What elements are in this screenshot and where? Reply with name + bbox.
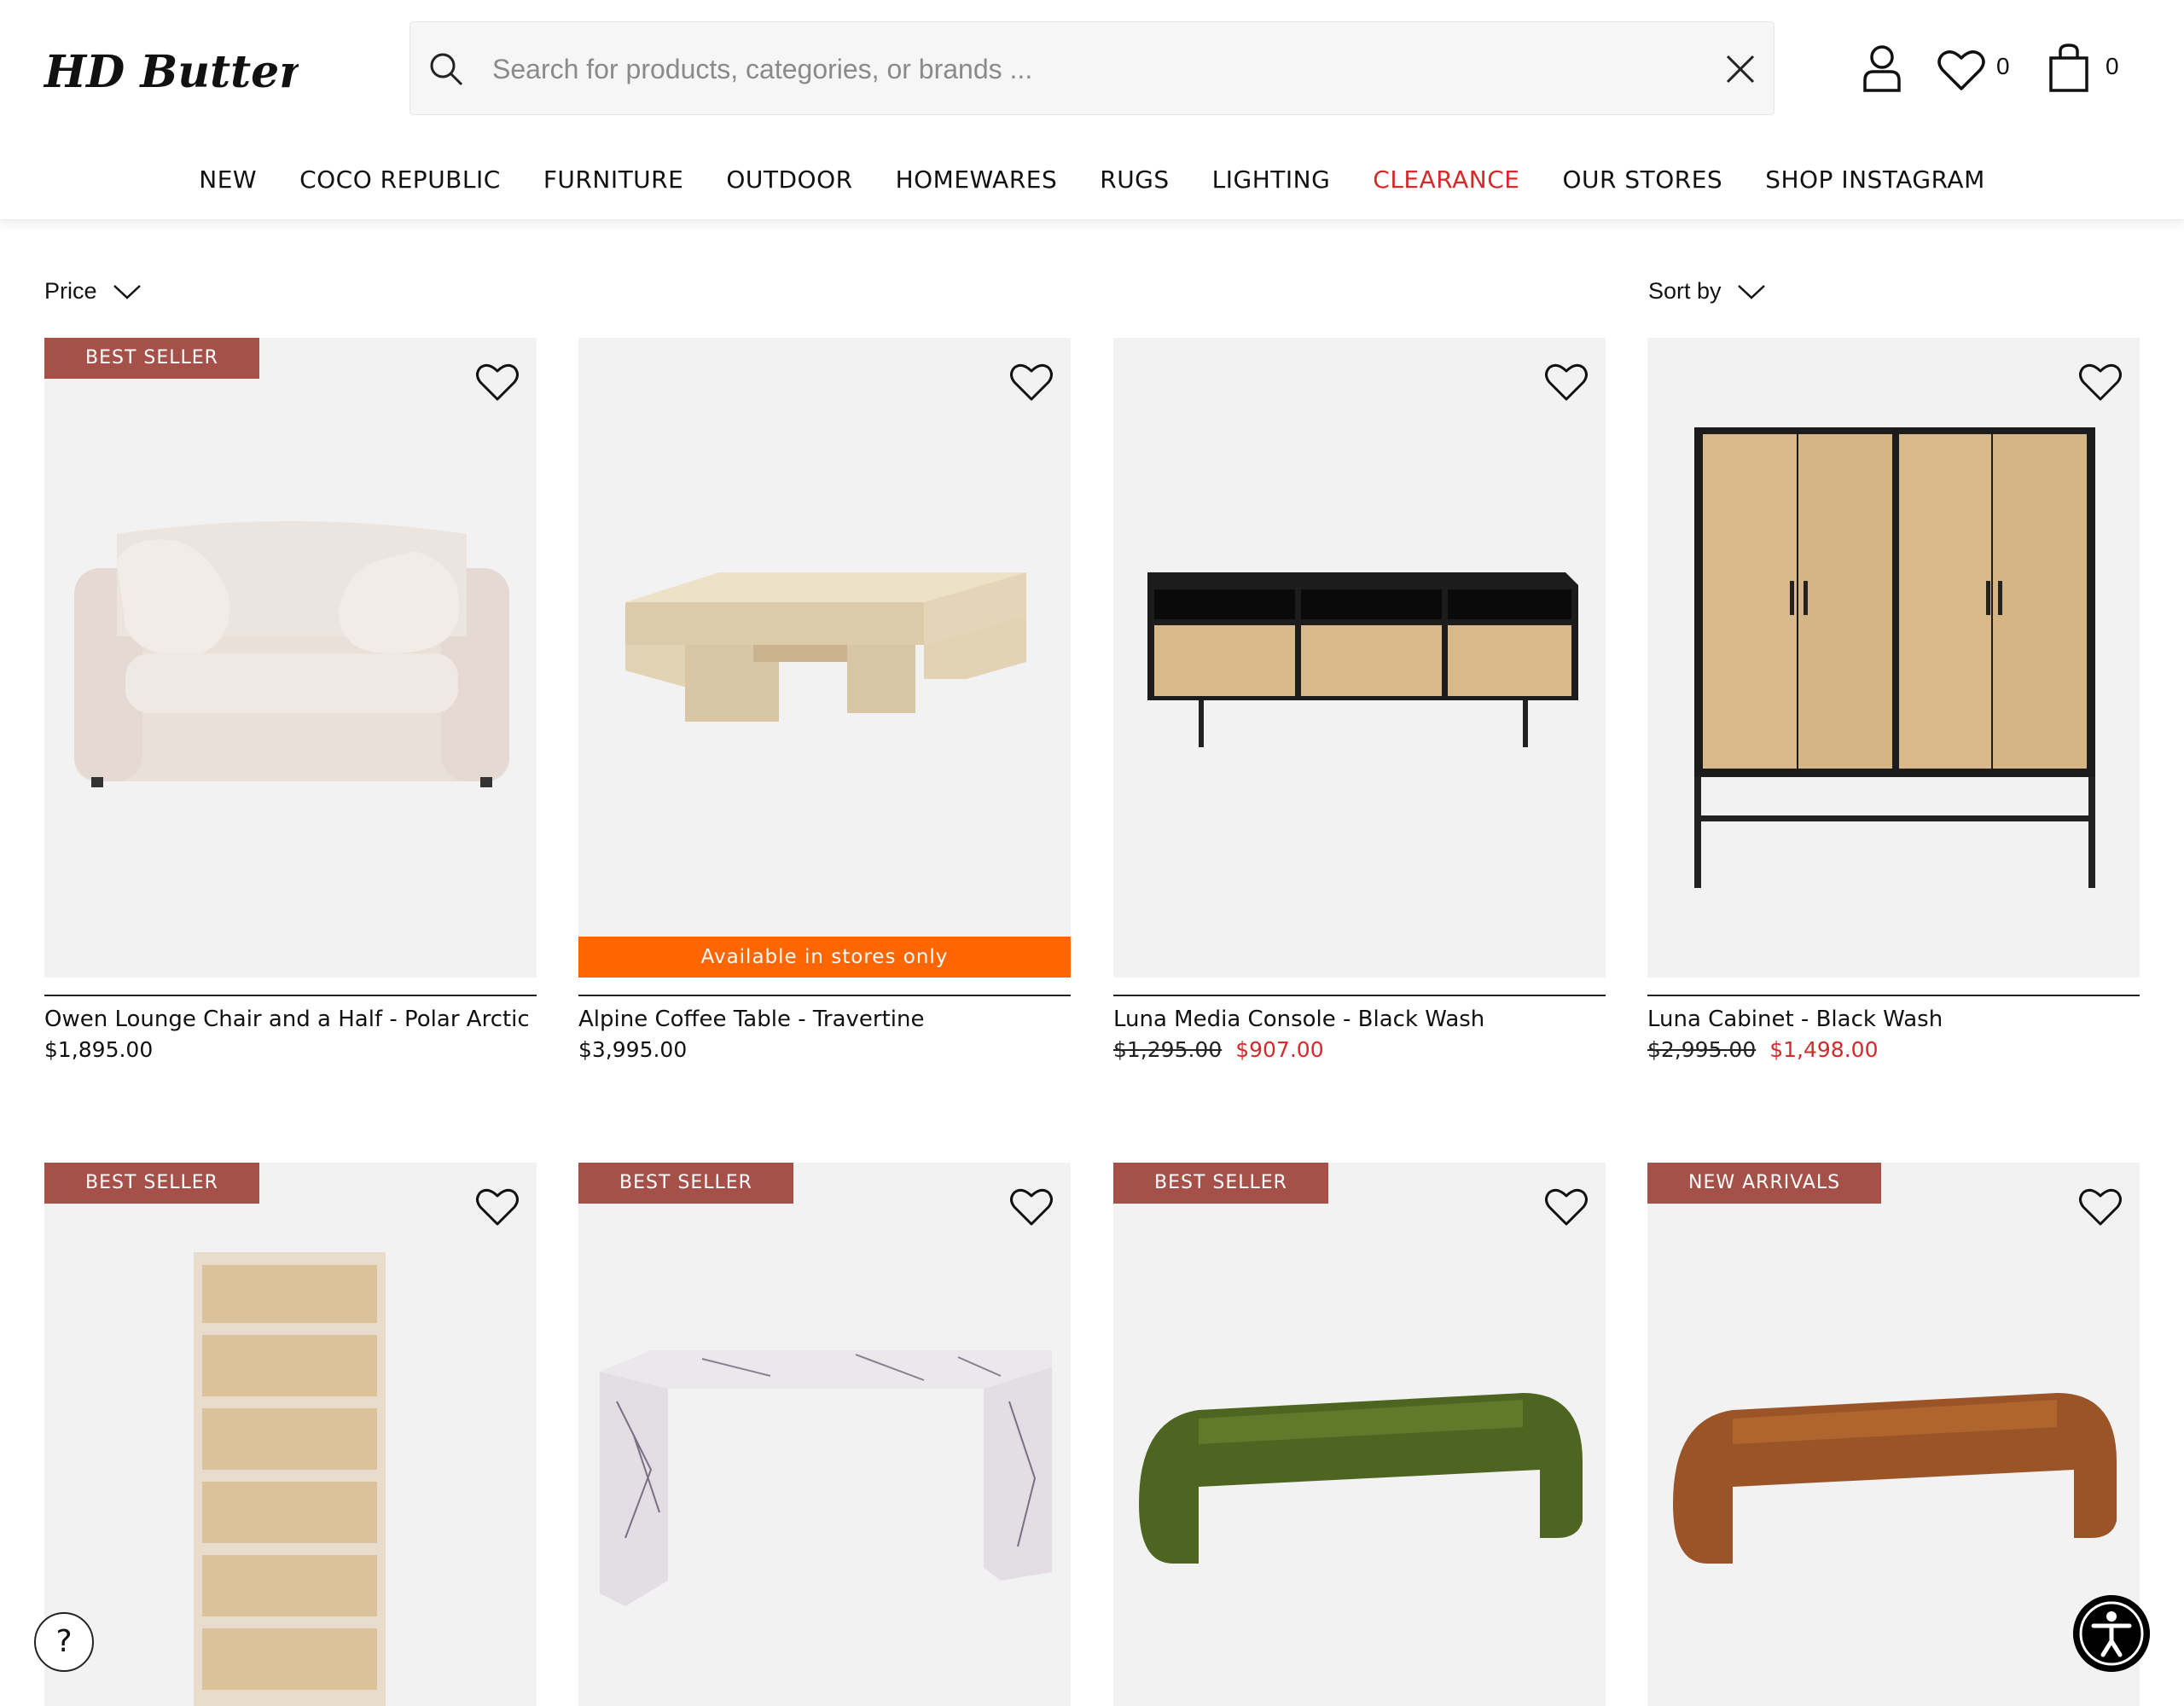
search-input[interactable]: [492, 41, 1670, 97]
best-seller-badge: BEST SELLER: [44, 338, 259, 379]
product-price: $3,995.00: [578, 1037, 688, 1062]
tall-dresser-image: [194, 1252, 386, 1706]
nav-shop-instagram[interactable]: SHOP INSTAGRAM: [1765, 159, 1985, 201]
hd-buttercup-logo[interactable]: HD Buttercup: [43, 34, 299, 109]
search-bar: [410, 21, 1774, 115]
heart-icon[interactable]: [1937, 48, 1986, 92]
coffee-table-image: [625, 572, 1026, 722]
sort-by-dropdown[interactable]: Sort by: [1648, 278, 1766, 305]
account-icon[interactable]: [1860, 43, 1904, 94]
marble-desk-image: [600, 1350, 1052, 1606]
card-divider: [1647, 995, 2140, 996]
in-stores-only-banner: Available in stores only: [578, 937, 1071, 978]
product-price: $1,295.00 $907.00: [1113, 1037, 1324, 1062]
logo-text: HD Buttercup: [43, 46, 299, 98]
product-name[interactable]: Luna Cabinet - Black Wash: [1647, 1007, 2140, 1032]
card-divider: [1113, 995, 1606, 996]
nav-lighting[interactable]: LIGHTING: [1212, 159, 1331, 201]
green-bench-image: [1139, 1393, 1583, 1564]
product-price: $2,995.00 $1,498.00: [1647, 1037, 1878, 1062]
nav-clearance[interactable]: CLEARANCE: [1373, 159, 1519, 201]
heart-icon[interactable]: [1544, 362, 1589, 403]
leather-bench-image: [1673, 1393, 2117, 1564]
sale-price: $907.00: [1235, 1037, 1324, 1062]
original-price: $1,295.00: [1113, 1037, 1223, 1062]
new-arrivals-badge: NEW ARRIVALS: [1647, 1163, 1882, 1204]
sale-price: $1,498.00: [1769, 1037, 1879, 1062]
cart-count: 0: [2106, 53, 2119, 79]
nav-outdoor[interactable]: OUTDOOR: [726, 159, 852, 201]
media-console-image: [1147, 572, 1578, 747]
close-icon[interactable]: [1724, 53, 1757, 85]
wishlist-count: 0: [1996, 53, 2010, 79]
nav-coco-republic[interactable]: COCO REPUBLIC: [299, 159, 501, 201]
chevron-down-icon: [113, 284, 141, 299]
best-seller-badge: BEST SELLER: [1113, 1163, 1328, 1204]
heart-icon[interactable]: [1009, 1187, 1054, 1227]
product-price: $1,895.00: [44, 1037, 154, 1062]
best-seller-badge: BEST SELLER: [44, 1163, 259, 1204]
accessibility-icon[interactable]: [2073, 1595, 2150, 1672]
price-filter-label: Price: [44, 278, 97, 304]
heart-icon[interactable]: [475, 1187, 520, 1227]
sort-by-label: Sort by: [1648, 278, 1722, 304]
product-name[interactable]: Alpine Coffee Table - Travertine: [578, 1007, 1071, 1032]
price-filter[interactable]: Price: [44, 278, 142, 305]
nav-homewares[interactable]: HOMEWARES: [896, 159, 1058, 201]
best-seller-badge: BEST SELLER: [578, 1163, 793, 1204]
product-image-container[interactable]: [1113, 338, 1606, 978]
nav-new[interactable]: NEW: [199, 159, 257, 201]
product-image-container[interactable]: [578, 338, 1071, 978]
product-image-container[interactable]: [578, 1163, 1071, 1706]
product-name[interactable]: Luna Media Console - Black Wash: [1113, 1007, 1606, 1032]
product-image-container[interactable]: [1113, 1163, 1606, 1706]
heart-icon[interactable]: [2078, 362, 2123, 403]
card-divider: [44, 995, 537, 996]
heart-icon[interactable]: [1544, 1187, 1589, 1227]
heart-icon[interactable]: [475, 362, 520, 403]
nav-furniture[interactable]: FURNITURE: [543, 159, 684, 201]
nav-rugs[interactable]: RUGS: [1100, 159, 1169, 201]
help-button[interactable]: ?: [34, 1612, 94, 1672]
lounge-chair-image: [74, 521, 509, 787]
chevron-down-icon: [1737, 284, 1765, 299]
product-image-container[interactable]: [1647, 338, 2140, 978]
search-icon[interactable]: [427, 50, 465, 88]
cabinet-image: [1694, 427, 2095, 888]
product-image-container[interactable]: [44, 1163, 537, 1706]
product-image-container[interactable]: [44, 338, 537, 978]
product-name[interactable]: Owen Lounge Chair and a Half - Polar Arc…: [44, 1007, 537, 1032]
site-header: HD Buttercup 0 0 NEW COCO REPUBLIC FURNI…: [0, 0, 2184, 220]
nav-our-stores[interactable]: OUR STORES: [1562, 159, 1722, 201]
main-nav: NEW COCO REPUBLIC FURNITURE OUTDOOR HOME…: [0, 159, 2184, 201]
product-image-container[interactable]: [1647, 1163, 2140, 1706]
shopping-bag-icon[interactable]: [2048, 43, 2090, 94]
heart-icon[interactable]: [1009, 362, 1054, 403]
original-price: $2,995.00: [1647, 1037, 1757, 1062]
card-divider: [578, 995, 1071, 996]
heart-icon[interactable]: [2078, 1187, 2123, 1227]
